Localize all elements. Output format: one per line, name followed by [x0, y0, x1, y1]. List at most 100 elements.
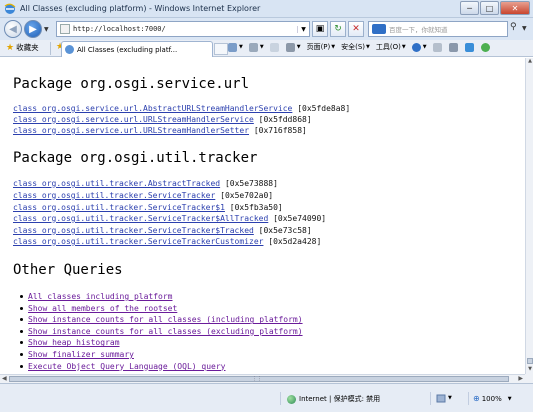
- class-address: [0x5d2a428]: [268, 237, 322, 246]
- zone-label: Internet | 保护模式: 禁用: [299, 395, 381, 403]
- query-link-all-classes[interactable]: All classes including platform: [28, 292, 173, 301]
- class-link[interactable]: class org.osgi.util.tracker.ServiceTrack…: [13, 191, 215, 200]
- class-address: [0x5e73888]: [224, 179, 278, 188]
- status-divider: [430, 392, 431, 405]
- compat-view-icon[interactable]: ▣: [312, 21, 328, 37]
- research-icon: [432, 42, 442, 52]
- tab-row: ★ 收藏夹 ★ All Classes (excluding platf... …: [0, 40, 533, 57]
- class-address: [0x5e702a0]: [220, 191, 274, 200]
- list-item: Show all members of the rootset: [20, 304, 303, 316]
- close-button[interactable]: ✕: [500, 1, 530, 15]
- history-dropdown-icon[interactable]: ▼: [44, 26, 49, 33]
- class-link[interactable]: class org.osgi.util.tracker.ServiceTrack…: [13, 214, 268, 223]
- safety-menu-label: 安全(S): [341, 43, 366, 51]
- home-button[interactable]: ▼: [228, 42, 243, 52]
- address-url[interactable]: http://localhost:7000/: [73, 25, 297, 33]
- feeds-button[interactable]: ▼: [248, 42, 264, 52]
- horizontal-scrollbar[interactable]: ◀ ⋮⋮ ▶: [0, 374, 525, 383]
- address-dropdown-icon[interactable]: ▼: [297, 25, 309, 33]
- scroll-left-icon[interactable]: ◀: [2, 375, 7, 382]
- class-link[interactable]: class org.osgi.util.tracker.ServiceTrack…: [13, 237, 263, 246]
- vertical-scrollbar[interactable]: ▲ ▼: [525, 58, 533, 374]
- address-toolbar: ◀ ▶ ▼ http://localhost:7000/ ▼ ▣ ↻ ✕ 百度一…: [0, 18, 533, 40]
- addon-button-1[interactable]: [448, 42, 459, 52]
- minimize-button[interactable]: ─: [460, 1, 479, 15]
- class-link[interactable]: class org.osgi.service.url.AbstractURLSt…: [13, 104, 292, 113]
- class-row: class org.osgi.util.tracker.AbstractTrac…: [13, 179, 278, 188]
- query-link-heap-histogram[interactable]: Show heap histogram: [28, 338, 120, 347]
- class-row: class org.osgi.util.tracker.ServiceTrack…: [13, 214, 326, 223]
- list-item: Show instance counts for all classes (in…: [20, 315, 303, 327]
- addon-button-3[interactable]: [480, 42, 491, 52]
- page-icon: [60, 24, 70, 34]
- page-menu[interactable]: 页面(P) ▼: [307, 42, 336, 52]
- query-link-finalizer-summary[interactable]: Show finalizer summary: [28, 350, 134, 359]
- scroll-down-icon[interactable]: ▼: [526, 366, 533, 374]
- query-link-instance-counts-incl[interactable]: Show instance counts for all classes (in…: [28, 315, 303, 324]
- search-icon[interactable]: ⚲: [510, 22, 517, 32]
- class-link[interactable]: class org.osgi.util.tracker.ServiceTrack…: [13, 203, 225, 212]
- bullet-icon: [20, 329, 23, 333]
- zoom-control[interactable]: ⊕ 100% ▼: [473, 394, 512, 403]
- query-link-oql[interactable]: Execute Object Query Language (OQL) quer…: [28, 362, 225, 371]
- forward-icon[interactable]: ▶: [24, 20, 42, 38]
- zoom-dropdown-icon[interactable]: ▼: [508, 396, 512, 402]
- print-button[interactable]: ▼: [285, 42, 301, 52]
- command-bar: ▼ ▼ ▼ 页面(P) ▼ 安全(S) ▼ 工具(O) ▼ ▼: [228, 42, 497, 52]
- back-icon[interactable]: ◀: [4, 20, 22, 38]
- query-link-instance-counts-excl[interactable]: Show instance counts for all classes (ex…: [28, 327, 303, 336]
- search-field[interactable]: 百度一下，你就知道: [368, 21, 508, 37]
- vertical-scroll-thumb[interactable]: [527, 358, 533, 364]
- class-address: [0x5e74090]: [273, 214, 327, 223]
- maximize-button[interactable]: □: [480, 1, 499, 15]
- safety-menu[interactable]: 安全(S) ▼: [341, 42, 370, 52]
- class-link[interactable]: class org.osgi.util.tracker.AbstractTrac…: [13, 179, 220, 188]
- list-item: Execute Object Query Language (OQL) quer…: [20, 362, 303, 374]
- class-row: class org.osgi.util.tracker.ServiceTrack…: [13, 191, 273, 200]
- tab-label: All Classes (excluding platf...: [77, 45, 178, 54]
- package-heading: Package org.osgi.util.tracker: [13, 150, 258, 166]
- class-link[interactable]: class org.osgi.service.url.URLStreamHand…: [13, 126, 249, 135]
- status-bar: Internet | 保护模式: 禁用 ▼ ⊕ 100% ▼: [0, 383, 533, 412]
- class-address: [0x5fdd868]: [258, 115, 312, 124]
- class-address: [0x5e73c58]: [258, 226, 312, 235]
- tools-menu[interactable]: 工具(O) ▼: [376, 42, 406, 52]
- class-row: class org.osgi.util.tracker.ServiceTrack…: [13, 237, 321, 246]
- address-field[interactable]: http://localhost:7000/ ▼: [56, 21, 310, 37]
- list-item: Show finalizer summary: [20, 350, 303, 362]
- status-dropdown-icon[interactable]: ▼: [448, 395, 452, 401]
- queries-list: All classes including platform Show all …: [20, 292, 303, 374]
- class-link[interactable]: class org.osgi.service.url.URLStreamHand…: [13, 115, 254, 124]
- favorites-star-icon: ★: [6, 42, 15, 53]
- class-address: [0x5fb3a50]: [229, 203, 283, 212]
- research-button[interactable]: [432, 42, 443, 52]
- class-row: class org.osgi.service.url.URLStreamHand…: [13, 115, 312, 124]
- addon-icon: [448, 42, 458, 52]
- favorites-button[interactable]: ★ 收藏夹: [6, 42, 39, 53]
- page-menu-label: 页面(P): [306, 43, 331, 51]
- home-icon: [228, 42, 237, 52]
- mail-icon: [269, 42, 279, 52]
- bullet-icon: [20, 318, 23, 322]
- bullet-icon: [20, 295, 23, 298]
- refresh-icon[interactable]: ↻: [330, 21, 346, 37]
- list-item: Show heap histogram: [20, 338, 303, 350]
- tab-all-classes[interactable]: All Classes (excluding platf...: [61, 41, 213, 57]
- bullet-icon: [20, 352, 23, 356]
- messenger-icon: [464, 42, 474, 52]
- scroll-up-icon[interactable]: ▲: [526, 58, 533, 66]
- protected-mode-icon[interactable]: [436, 394, 446, 403]
- search-provider-icon: [372, 24, 386, 34]
- scroll-right-icon[interactable]: ▶: [518, 375, 523, 382]
- security-zone[interactable]: Internet | 保护模式: 禁用: [287, 394, 380, 404]
- class-row: class org.osgi.service.url.AbstractURLSt…: [13, 104, 350, 113]
- stop-icon[interactable]: ✕: [348, 21, 364, 37]
- help-button[interactable]: ▼: [411, 42, 427, 52]
- query-link-rootset[interactable]: Show all members of the rootset: [28, 304, 177, 313]
- addon-button-2[interactable]: [464, 42, 475, 52]
- list-item: All classes including platform: [20, 292, 303, 304]
- mail-button[interactable]: [269, 42, 280, 52]
- new-tab-button[interactable]: [214, 43, 228, 55]
- search-dropdown-icon[interactable]: ▼: [522, 25, 527, 32]
- class-link[interactable]: class org.osgi.util.tracker.ServiceTrack…: [13, 226, 254, 235]
